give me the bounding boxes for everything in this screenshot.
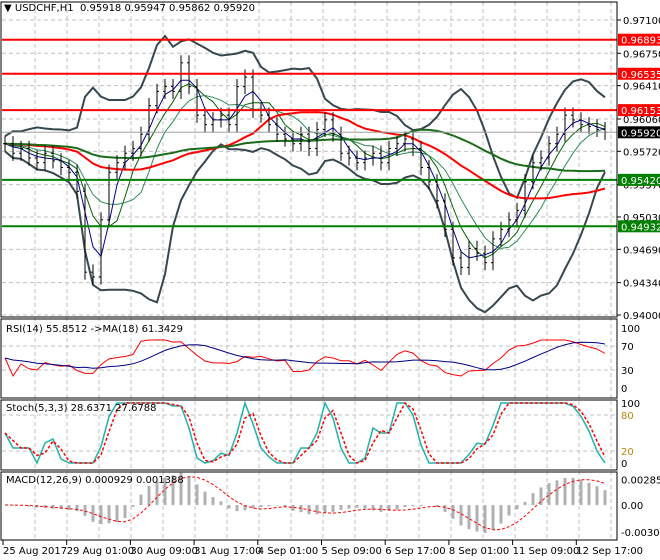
ma-short: [4, 79, 606, 259]
macd-tick-label: -0.003017: [621, 528, 660, 539]
stoch-tick-label: 100: [621, 399, 640, 410]
level-tag-label: 0.96893: [621, 36, 660, 47]
price-tick-label: 0.94000: [623, 311, 660, 322]
open-value: 0.95918: [79, 3, 122, 14]
rsi-tick-label: 70: [621, 342, 634, 353]
close-value: 0.95920: [213, 3, 255, 14]
time-label: 8 Sep 01:00: [449, 546, 509, 557]
dropdown-triangle-icon[interactable]: ▼: [4, 3, 12, 14]
time-label: 11 Sep 09:00: [513, 546, 580, 557]
price-tick-label: 0.96750: [623, 49, 660, 60]
rsi-tick-label: 30: [621, 366, 634, 377]
time-label: 5 Sep 09:00: [322, 546, 382, 557]
symbol-label: USDCHF,H1: [14, 3, 74, 14]
level-tag-label: 0.96535: [621, 70, 660, 81]
price-tick-label: 0.96410: [623, 82, 660, 93]
time-label: 29 Aug 01:00: [67, 546, 134, 557]
time-label: 6 Sep 17:00: [385, 546, 445, 557]
rsi-tick-label: 100: [621, 324, 640, 335]
stoch-tick-label: 0: [621, 459, 627, 470]
time-label: 30 Aug 09:00: [130, 546, 197, 557]
time-label: 4 Sep 01:00: [258, 546, 318, 557]
stoch-tick-label: 80: [621, 411, 634, 422]
price-tick-label: 0.94340: [623, 279, 660, 290]
macd-tick-label: 0.002856: [621, 475, 660, 486]
rsi-tick-label: 0: [621, 384, 627, 395]
chart-header: ▼ USDCHF,H1 0.95918 0.95947 0.95862 0.95…: [4, 3, 255, 14]
price-tick-label: 0.97100: [623, 16, 660, 27]
stoch-tick-label: 20: [621, 447, 634, 458]
price-tick-label: 0.94690: [623, 245, 660, 256]
macd-tick-label: 0.00: [621, 501, 643, 512]
low-value: 0.95862: [169, 3, 211, 14]
time-label: 12 Sep 17:00: [576, 546, 643, 557]
price-tick-label: 0.95720: [623, 147, 660, 158]
level-tag-label: 0.96153: [621, 106, 660, 117]
time-label: 25 Aug 2017: [3, 546, 67, 557]
chart-window[interactable]: 0.971000.967500.964100.960600.957200.953…: [0, 0, 660, 560]
level-tag-label: 0.95420: [621, 176, 660, 187]
macd-label: MACD(12,26,9) 0.000929 0.001388: [6, 475, 184, 486]
current-price-label: 0.95920: [621, 128, 660, 139]
stoch-label: Stoch(5,3,3) 28.6371 27.6788: [6, 403, 157, 414]
level-tag-label: 0.94932: [621, 222, 660, 233]
rsi-label: RSI(14) 55.8512 ->MA(18) 61.3429: [6, 324, 183, 335]
high-value: 0.95947: [124, 3, 166, 14]
time-label: 31 Aug 17:00: [194, 546, 261, 557]
